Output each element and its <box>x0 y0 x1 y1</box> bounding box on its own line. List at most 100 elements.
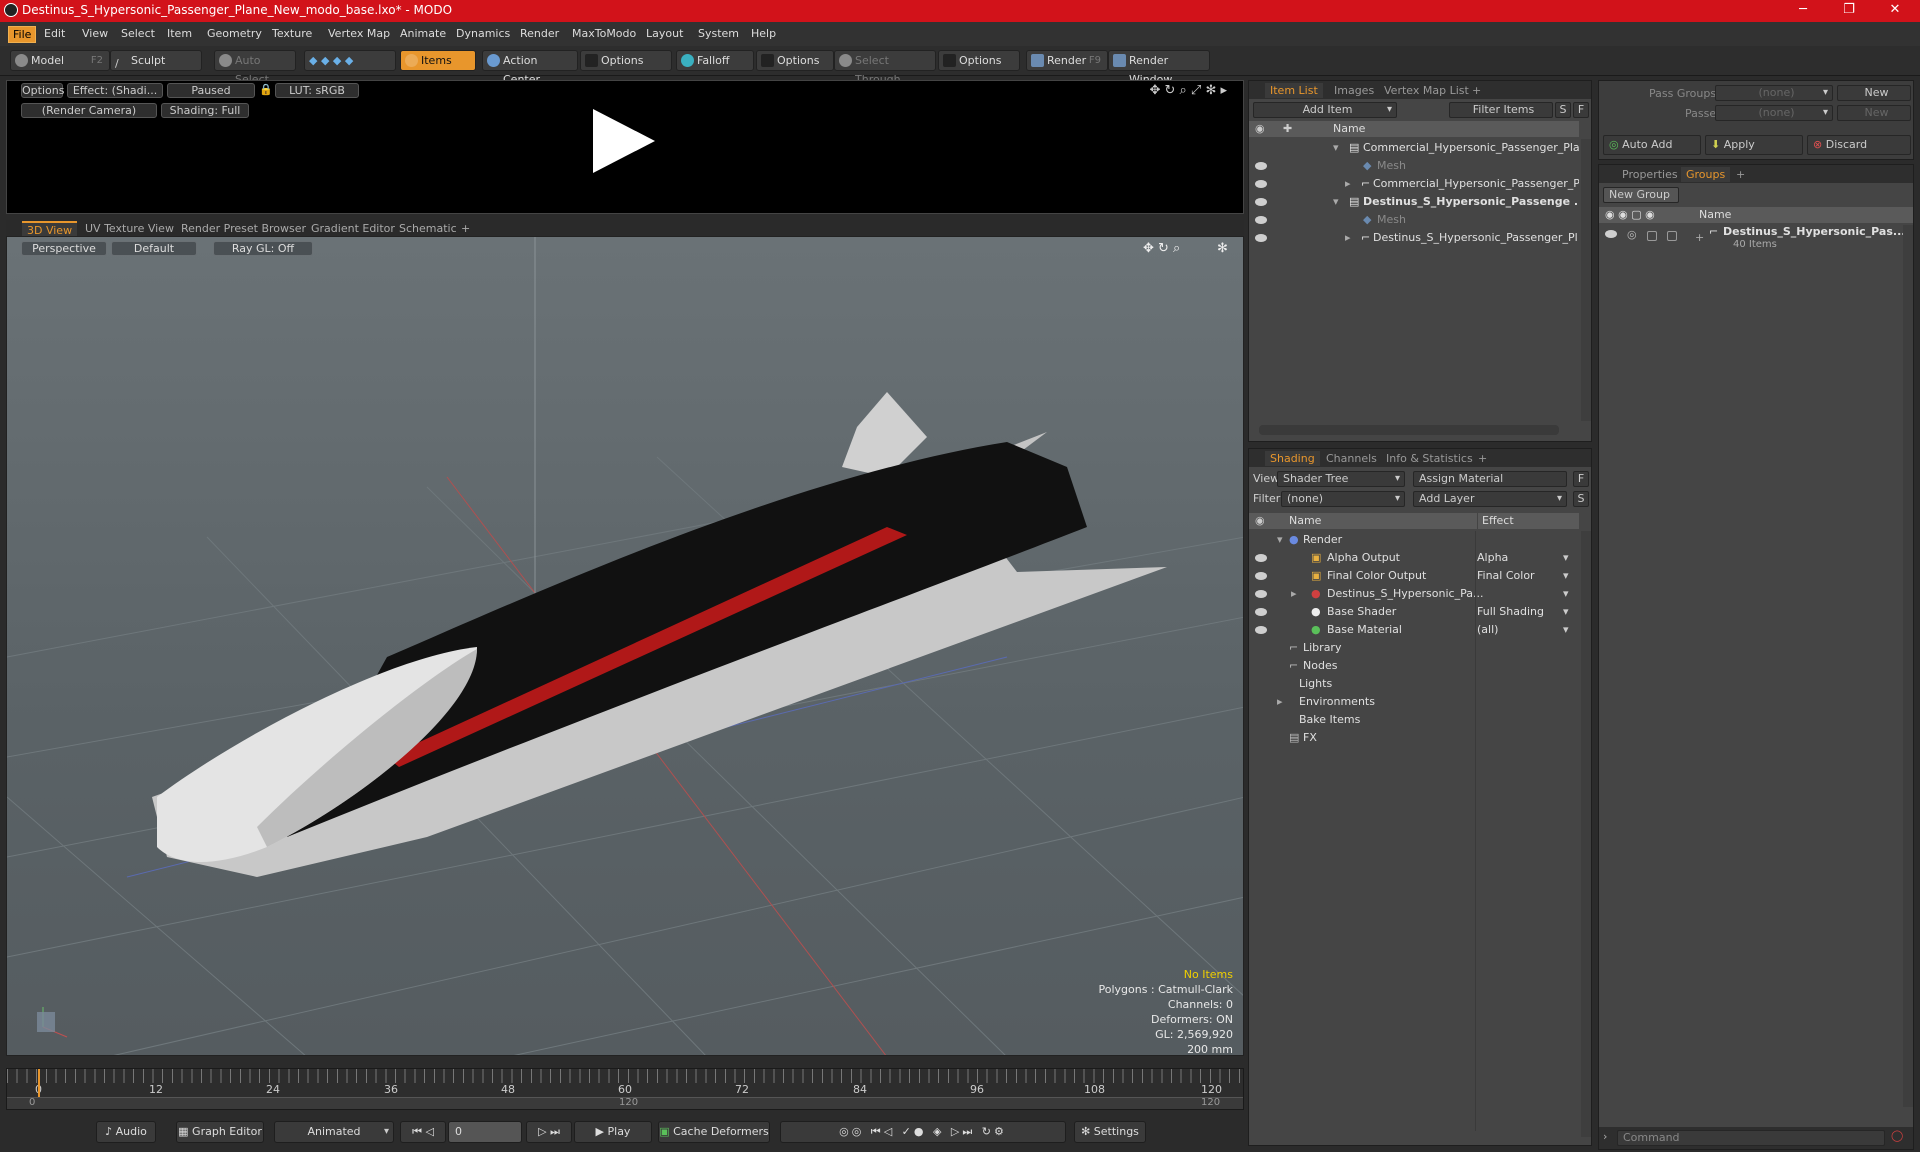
tree-row[interactable]: ● Base Shader Full Shading ▾ <box>1249 603 1579 621</box>
add-layer-dropdown[interactable]: Add Layer <box>1413 491 1567 507</box>
hypersonic-plane-model[interactable] <box>152 392 1167 877</box>
lock-icon[interactable]: 🔒 <box>259 83 273 96</box>
graph-editor-button[interactable]: ▦ Graph Editor <box>176 1121 264 1143</box>
expand-icon[interactable]: ▸ <box>1291 585 1297 603</box>
items-mode-button[interactable]: Items <box>400 50 476 71</box>
tree-row[interactable]: ▤ FX <box>1249 729 1579 747</box>
eye-icon[interactable] <box>1255 572 1267 580</box>
menu-file[interactable]: File <box>8 26 37 43</box>
add-tab-button[interactable]: + <box>456 221 475 236</box>
shading-s-button[interactable]: S <box>1573 491 1589 507</box>
gear-icon[interactable]: ✻ <box>1217 241 1228 256</box>
key-tool-icons[interactable]: ◎◎ ⏮◁ ✓● ◈ ▷⏭ ↻⚙ <box>780 1121 1066 1143</box>
filter-items-input[interactable]: Filter Items <box>1449 102 1553 118</box>
tree-row[interactable]: ▸ ● Destinus_S_Hypersonic_Pa... ▾ <box>1249 585 1579 603</box>
new-pass-button[interactable]: New <box>1837 105 1911 121</box>
tab-channels[interactable]: Channels <box>1321 451 1382 466</box>
settings-button[interactable]: ✻ Settings <box>1074 1121 1146 1143</box>
range-bar[interactable]: 0 120 120 <box>7 1097 1243 1109</box>
menu-texture[interactable]: Texture <box>268 26 316 41</box>
command-input[interactable]: Command <box>1617 1130 1885 1146</box>
effect-dropdown[interactable]: Effect: (Shadi... <box>67 83 163 98</box>
tab-gradient-editor[interactable]: Gradient Editor <box>306 221 400 236</box>
perspective-dropdown[interactable]: Perspective <box>21 241 107 256</box>
timeline[interactable]: 0 12 24 36 48 60 72 84 96 108 120 0 120 … <box>6 1068 1244 1110</box>
tab-item-list[interactable]: Item List <box>1265 83 1323 98</box>
menu-layout[interactable]: Layout <box>642 26 687 41</box>
auto-add-button[interactable]: ◎ Auto Add <box>1603 135 1701 155</box>
select-through-button[interactable]: Select Through <box>834 50 936 86</box>
tab-images[interactable]: Images <box>1329 83 1379 98</box>
expand-icon[interactable]: ▸ <box>1345 175 1351 193</box>
eye-icon[interactable] <box>1605 230 1617 238</box>
lock-checkbox[interactable] <box>1647 231 1657 241</box>
tree-row[interactable]: Lights <box>1249 675 1579 693</box>
tree-row[interactable]: ▾ ● Render <box>1249 531 1579 549</box>
tab-vertex-map-list[interactable]: Vertex Map List <box>1379 83 1474 98</box>
pass-groups-dropdown[interactable]: (none) <box>1715 85 1833 101</box>
list-item[interactable]: ◆ Mesh <box>1249 211 1579 229</box>
add-tab-button[interactable]: + <box>1473 451 1492 466</box>
eye-icon[interactable] <box>1255 162 1267 170</box>
expand-icon[interactable]: ▾ <box>1333 193 1339 211</box>
lut-dropdown[interactable]: LUT: sRGB <box>275 83 359 98</box>
play-button[interactable]: ▶ Play <box>574 1121 652 1143</box>
menu-dynamics[interactable]: Dynamics <box>452 26 514 41</box>
cache-deformers-button[interactable]: ▣ Cache Deformers <box>658 1121 770 1143</box>
falloff-options-button[interactable]: Options <box>756 50 834 71</box>
tree-row[interactable]: ▸ Environments <box>1249 693 1579 711</box>
menu-vertex-map[interactable]: Vertex Map <box>324 26 394 41</box>
apply-button[interactable]: ⬇ Apply <box>1705 135 1803 155</box>
shading-f-button[interactable]: F <box>1573 471 1589 487</box>
effect-dropdown-icon[interactable]: ▾ <box>1563 585 1569 603</box>
tree-row[interactable]: ▣ Final Color Output Final Color ▾ <box>1249 567 1579 585</box>
effect-dropdown-icon[interactable]: ▾ <box>1563 567 1569 585</box>
close-button[interactable]: ✕ <box>1872 0 1918 22</box>
3d-viewport[interactable]: Perspective Default Ray GL: Off ✥ ↻ ⌕ ✻ … <box>6 236 1244 1056</box>
render-button[interactable]: Render F9 <box>1026 50 1108 71</box>
tab-shading[interactable]: Shading <box>1265 451 1320 466</box>
raygl-dropdown[interactable]: Ray GL: Off <box>213 241 313 256</box>
action-center-button[interactable]: Action Center <box>482 50 578 86</box>
audio-button[interactable]: ♪ Audio <box>96 1121 156 1143</box>
play-icon[interactable] <box>593 109 655 173</box>
effect-dropdown-icon[interactable]: ▾ <box>1563 621 1569 639</box>
eye-icon[interactable] <box>1255 554 1267 562</box>
falloff-button[interactable]: Falloff <box>676 50 754 71</box>
animated-dropdown[interactable]: Animated <box>274 1121 394 1143</box>
add-item-dropdown[interactable]: Add Item <box>1253 102 1397 118</box>
tree-row[interactable]: ● Base Material (all) ▾ <box>1249 621 1579 639</box>
minimize-button[interactable]: ─ <box>1780 0 1826 22</box>
filter-dropdown[interactable]: (none) <box>1281 491 1405 507</box>
menu-help[interactable]: Help <box>747 26 780 41</box>
passes-dropdown[interactable]: (none) <box>1715 105 1833 121</box>
expand-icon[interactable]: + <box>1695 229 1704 247</box>
expand-icon[interactable]: ▾ <box>1277 531 1283 549</box>
filter-f-button[interactable]: F <box>1573 102 1589 118</box>
menu-select[interactable]: Select <box>117 26 159 41</box>
render-window-button[interactable]: Render Window <box>1108 50 1210 86</box>
frame-input[interactable]: 0 <box>448 1121 522 1143</box>
tab-uv-texture-view[interactable]: UV Texture View <box>80 221 179 236</box>
eye-icon[interactable] <box>1255 180 1267 188</box>
add-tab-button[interactable]: + <box>1467 83 1486 98</box>
maximize-button[interactable]: ❐ <box>1826 0 1872 22</box>
render-toggle-icon[interactable]: ◎ <box>1627 226 1637 244</box>
eye-icon[interactable] <box>1255 234 1267 242</box>
playhead[interactable] <box>38 1069 40 1097</box>
tree-row[interactable]: Bake Items <box>1249 711 1579 729</box>
add-tab-button[interactable]: + <box>1731 167 1750 182</box>
sculpt-mode-button[interactable]: / Sculpt <box>110 50 202 71</box>
skip-back-icons[interactable]: ⏮ ◁ <box>400 1121 446 1143</box>
menu-edit[interactable]: Edit <box>40 26 69 41</box>
select-through-options-button[interactable]: Options <box>938 50 1020 71</box>
expand-icon[interactable]: ▸ <box>1277 693 1283 711</box>
list-item[interactable]: ▸ ⌐ Destinus_S_Hypersonic_Passenger_Pl ... <box>1249 229 1579 247</box>
eye-icon[interactable] <box>1255 198 1267 206</box>
vertical-scrollbar[interactable] <box>1581 139 1591 421</box>
action-center-options-button[interactable]: Options <box>580 50 672 71</box>
shading-dropdown[interactable]: Shading: Full <box>161 103 249 118</box>
viewport-nav-icons[interactable]: ✥ ↻ ⌕ <box>1143 241 1180 256</box>
effect-dropdown-icon[interactable]: ▾ <box>1563 549 1569 567</box>
select-checkbox[interactable] <box>1667 231 1677 241</box>
